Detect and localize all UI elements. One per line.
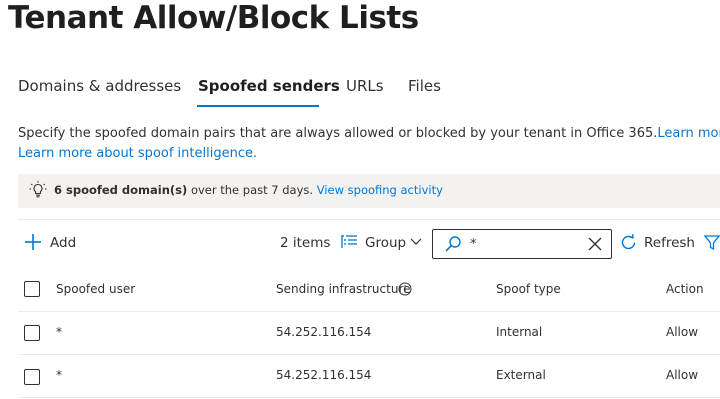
cell-spoof-type: Internal — [496, 325, 543, 339]
add-button[interactable]: Add — [50, 235, 76, 251]
tab-domains-addresses[interactable]: Domains & addresses — [18, 77, 181, 95]
group-icon[interactable] — [341, 234, 359, 250]
chevron-down-icon[interactable] — [410, 238, 422, 246]
description-text: Specify the spoofed domain pairs that ar… — [18, 126, 658, 141]
tab-urls[interactable]: URLs — [346, 77, 384, 95]
items-count: 2 items — [280, 235, 331, 251]
toolbar-divider — [18, 219, 720, 220]
group-button[interactable]: Group — [365, 235, 406, 251]
column-header-spoofed-user[interactable]: Spoofed user — [56, 282, 135, 296]
cell-spoof-type: External — [496, 368, 546, 382]
info-period: over the past 7 days. — [187, 183, 317, 197]
cell-spoofed-user: * — [56, 368, 62, 382]
cell-sending-infrastructure: 54.252.116.154 — [276, 368, 372, 382]
refresh-icon[interactable] — [620, 234, 637, 251]
row-divider — [18, 354, 720, 355]
filter-icon[interactable] — [704, 235, 720, 251]
description-line: Specify the spoofed domain pairs that ar… — [18, 126, 720, 141]
row-checkbox[interactable] — [24, 369, 40, 385]
description-line-2: Learn more about spoof intelligence. — [18, 146, 257, 161]
row-checkbox[interactable] — [24, 325, 40, 341]
row-divider — [18, 397, 720, 398]
view-spoofing-activity-link[interactable]: View spoofing activity — [317, 183, 443, 197]
search-icon — [444, 235, 462, 253]
info-icon[interactable] — [398, 282, 412, 296]
spoof-intelligence-link[interactable]: Learn more about spoof intelligence. — [18, 146, 257, 161]
spoofed-count: 6 spoofed domain(s) — [54, 183, 188, 197]
learn-more-link[interactable]: Learn more. — [657, 126, 720, 141]
refresh-button[interactable]: Refresh — [644, 235, 695, 251]
lightbulb-icon — [28, 180, 48, 200]
cell-spoofed-user: * — [56, 325, 62, 339]
tab-spoofed-senders[interactable]: Spoofed senders — [198, 77, 340, 95]
cell-action: Allow — [666, 325, 699, 339]
header-divider — [18, 311, 720, 312]
column-header-sending-infrastructure[interactable]: Sending infrastructure — [276, 282, 411, 296]
column-header-spoof-type[interactable]: Spoof type — [496, 282, 561, 296]
column-header-action[interactable]: Action — [666, 282, 704, 296]
cell-sending-infrastructure: 54.252.116.154 — [276, 325, 372, 339]
info-bar-text: 6 spoofed domain(s) over the past 7 days… — [54, 183, 443, 197]
active-tab-indicator — [197, 105, 319, 107]
add-icon[interactable] — [24, 233, 42, 251]
tab-files[interactable]: Files — [408, 77, 441, 95]
clear-search-icon[interactable] — [588, 237, 602, 251]
select-all-checkbox[interactable] — [24, 281, 40, 297]
cell-action: Allow — [666, 368, 699, 382]
page-title: Tenant Allow/Block Lists — [8, 0, 419, 36]
search-value[interactable]: * — [470, 237, 477, 252]
